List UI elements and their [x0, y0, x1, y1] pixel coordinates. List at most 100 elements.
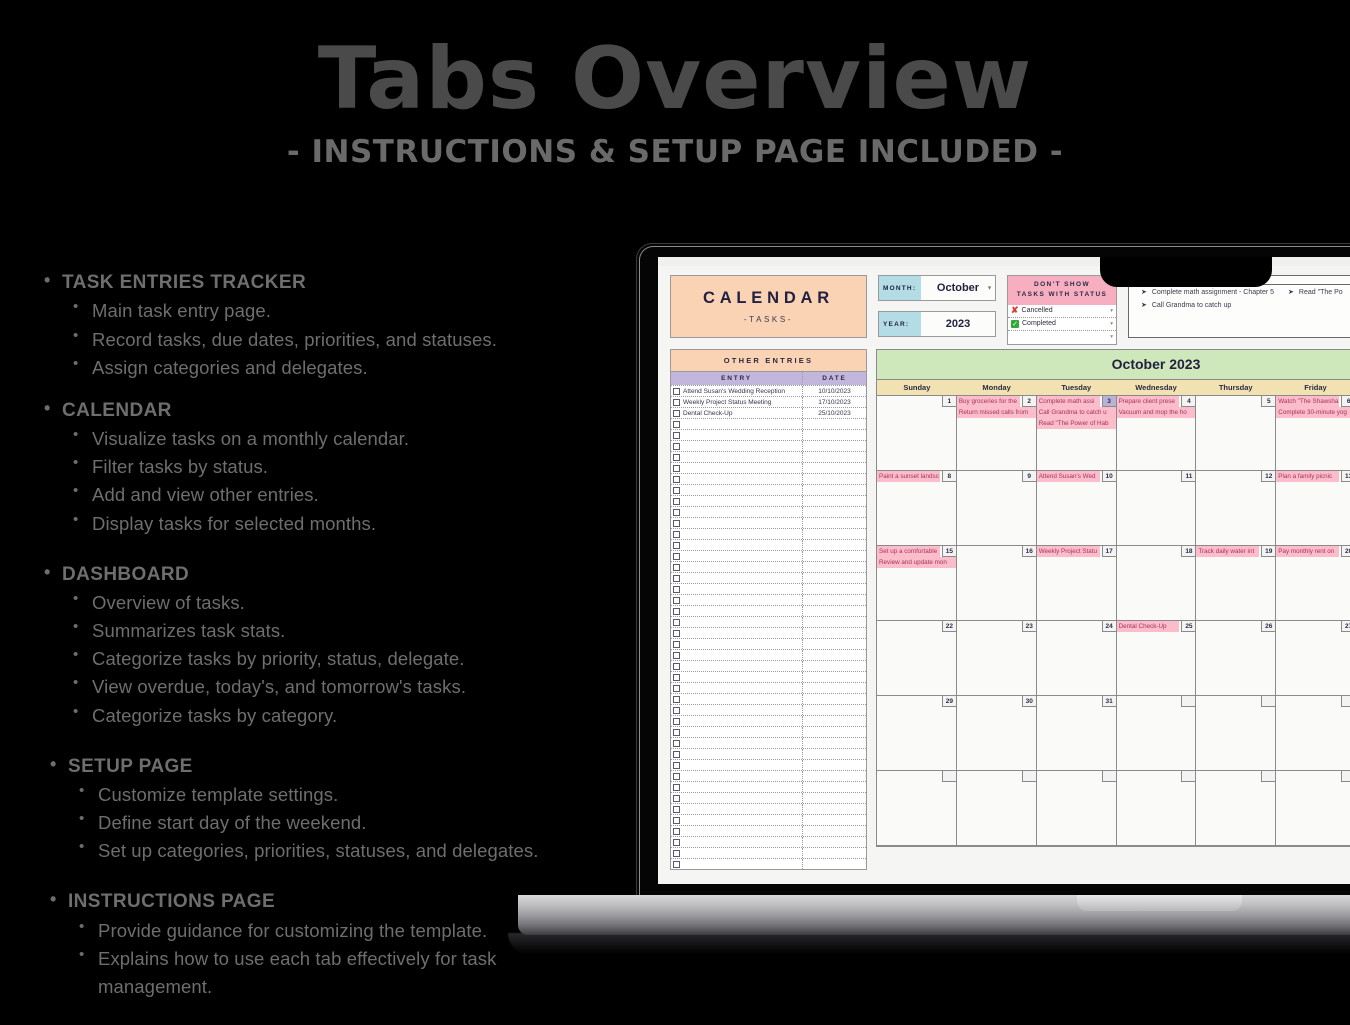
checkbox[interactable] — [673, 574, 680, 582]
chevron-down-icon[interactable]: ▾ — [1110, 308, 1113, 314]
calendar-day-cell[interactable]: 22 — [877, 621, 957, 695]
other-entry-cell[interactable]: Weekly Project Status Meeting — [671, 398, 802, 406]
calendar-day-cell[interactable]: 31 — [1036, 696, 1117, 770]
calendar-day-cell[interactable]: 20Pay monthly rent on — [1276, 546, 1350, 620]
checkbox[interactable] — [673, 772, 680, 780]
other-entry-cell[interactable] — [671, 772, 802, 780]
checkbox[interactable] — [673, 398, 680, 406]
checkbox[interactable] — [673, 420, 680, 428]
other-entry-row[interactable] — [671, 583, 866, 594]
checkbox[interactable] — [673, 453, 680, 461]
checkbox[interactable] — [673, 563, 680, 571]
other-entry-row[interactable] — [671, 605, 866, 616]
other-entry-row[interactable] — [671, 561, 866, 572]
checkbox[interactable] — [673, 519, 680, 527]
calendar-task[interactable]: Review and update mon — [877, 557, 956, 568]
other-entry-row[interactable] — [671, 726, 866, 737]
other-entry-cell[interactable] — [671, 574, 802, 582]
other-entry-cell[interactable] — [671, 541, 802, 549]
chevron-down-icon[interactable]: ▾ — [1110, 334, 1113, 340]
other-entry-row[interactable]: Weekly Project Status Meeting 17/10/2023 — [671, 396, 866, 407]
checkbox[interactable] — [673, 684, 680, 692]
checkbox[interactable] — [673, 618, 680, 626]
other-entry-cell[interactable] — [671, 640, 802, 648]
other-entry-cell[interactable] — [671, 717, 802, 725]
calendar-day-cell[interactable]: 4 Prepare client prese Vacuum and mop the … — [1116, 396, 1197, 470]
calendar-task[interactable]: Weekly Project Statu — [1036, 546, 1100, 557]
other-entry-row[interactable] — [671, 616, 866, 627]
year-field[interactable]: YEAR: 2023 — [878, 311, 996, 337]
other-entry-row[interactable] — [671, 594, 866, 605]
calendar-task[interactable]: Paint a sunset landsc — [877, 471, 940, 482]
checkbox[interactable] — [673, 585, 680, 593]
other-entry-cell[interactable] — [671, 552, 802, 560]
other-entry-cell[interactable] — [671, 673, 802, 681]
other-entry-row[interactable] — [671, 759, 866, 770]
other-entry-row[interactable] — [671, 484, 866, 495]
month-value[interactable]: October ▾ — [921, 276, 995, 300]
calendar-task[interactable]: Buy groceries for the — [956, 396, 1020, 407]
calendar-day-cell[interactable]: 25 Dental Check-Up — [1116, 621, 1197, 695]
calendar-day-cell[interactable]: 29 — [877, 696, 957, 770]
calendar-day-cell[interactable]: 2 Buy groceries for the Return missed call… — [956, 396, 1037, 470]
other-entry-cell[interactable] — [671, 618, 802, 626]
checkbox[interactable] — [673, 629, 680, 637]
other-entry-cell[interactable] — [671, 783, 802, 791]
other-entry-row[interactable] — [671, 550, 866, 561]
other-entry-cell[interactable] — [671, 497, 802, 505]
other-entry-row[interactable] — [671, 792, 866, 803]
checkbox[interactable] — [673, 431, 680, 439]
other-entry-cell[interactable] — [671, 519, 802, 527]
checkbox[interactable] — [673, 662, 680, 670]
calendar-day-cell[interactable] — [1116, 696, 1197, 770]
calendar-day-cell[interactable] — [1196, 771, 1277, 845]
calendar-task[interactable]: Pay monthly rent on — [1276, 546, 1340, 557]
other-entry-row[interactable] — [671, 462, 866, 473]
other-entry-cell[interactable] — [671, 728, 802, 736]
checkbox[interactable] — [673, 607, 680, 615]
calendar-day-cell[interactable]: 19 Track daily water int — [1196, 546, 1277, 620]
other-entry-row[interactable] — [671, 803, 866, 814]
checkbox[interactable] — [673, 827, 680, 835]
status-filter-row[interactable]: ✓ Completed ▾ — [1008, 318, 1116, 331]
other-entry-row[interactable] — [671, 770, 866, 781]
other-entry-cell[interactable] — [671, 849, 802, 857]
other-entry-cell[interactable] — [671, 486, 802, 494]
other-entry-cell[interactable]: Attend Susan's Wedding Reception — [671, 387, 802, 395]
calendar-day-cell[interactable] — [1036, 771, 1117, 845]
calendar-task[interactable]: Watch "The Shawsha — [1276, 396, 1340, 407]
other-entry-row[interactable] — [671, 715, 866, 726]
checkbox[interactable] — [673, 409, 680, 417]
checkbox[interactable] — [673, 541, 680, 549]
calendar-task[interactable]: Return missed calls from — [956, 407, 1036, 418]
calendar-day-cell[interactable]: 23 — [956, 621, 1037, 695]
chevron-down-icon[interactable]: ▾ — [988, 285, 991, 292]
checkbox[interactable] — [673, 849, 680, 857]
checkbox[interactable] — [673, 838, 680, 846]
checkbox[interactable] — [673, 640, 680, 648]
year-value[interactable]: 2023 — [921, 312, 995, 336]
other-entry-cell[interactable] — [671, 860, 802, 868]
calendar-day-cell[interactable]: 9 — [956, 471, 1037, 545]
calendar-day-cell[interactable]: 6 Watch "The Shawsha Complete 30-minute yo… — [1276, 396, 1350, 470]
other-entry-row[interactable] — [671, 473, 866, 484]
calendar-day-cell[interactable] — [877, 771, 957, 845]
other-entry-row[interactable] — [671, 418, 866, 429]
calendar-day-cell[interactable] — [1116, 771, 1197, 845]
other-entry-row[interactable] — [671, 748, 866, 759]
other-entry-row[interactable] — [671, 660, 866, 671]
calendar-day-cell[interactable]: 18 — [1116, 546, 1197, 620]
other-entry-row[interactable]: Dental Check-Up 25/10/2023 — [671, 407, 866, 418]
checkbox[interactable] — [673, 442, 680, 450]
calendar-day-cell[interactable]: 8 Paint a sunset landsc — [877, 471, 957, 545]
other-entry-cell[interactable] — [671, 695, 802, 703]
calendar-task[interactable]: Set up a comfortable — [877, 546, 940, 557]
other-entry-row[interactable] — [671, 847, 866, 858]
calendar-task[interactable]: Call Grandma to catch u — [1036, 407, 1116, 418]
other-entry-row[interactable] — [671, 451, 866, 462]
other-entry-row[interactable] — [671, 682, 866, 693]
other-entry-row[interactable] — [671, 858, 866, 869]
calendar-day-cell[interactable]: 11 — [1116, 471, 1197, 545]
calendar-day-cell[interactable]: 3 Complete math assi Call Grandma to catch… — [1036, 396, 1117, 470]
checkbox[interactable] — [673, 706, 680, 714]
